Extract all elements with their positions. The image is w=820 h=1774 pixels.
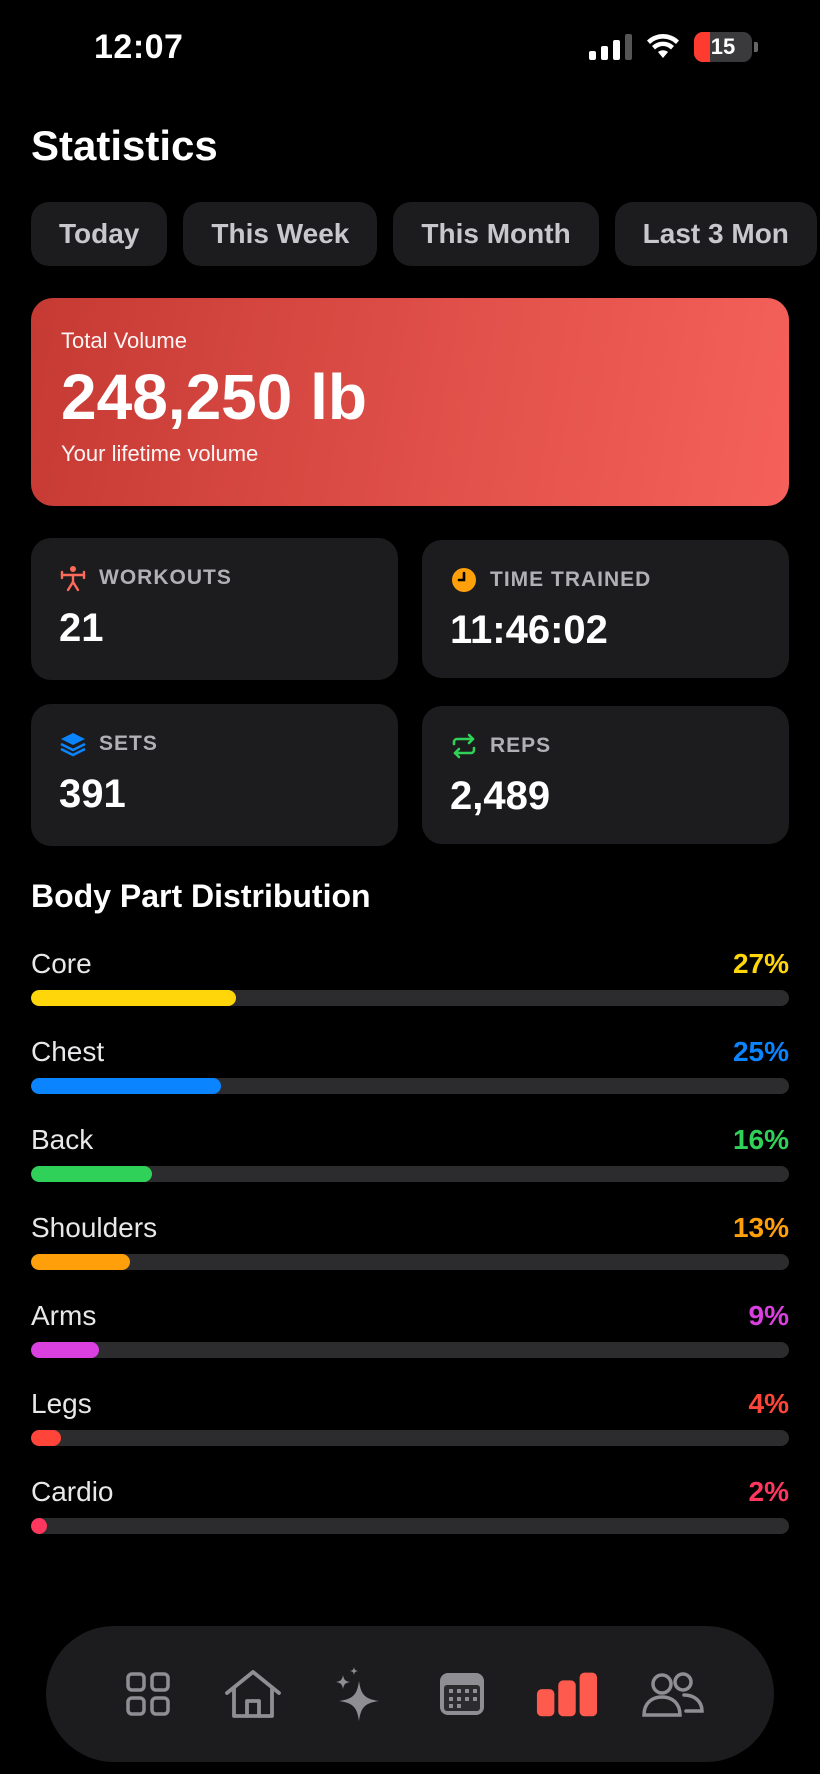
reps-label: REPS [490, 734, 552, 757]
distribution-label: Core [31, 948, 92, 979]
time-trained-card: TIME TRAINED 11:46:02 [422, 540, 789, 678]
distribution-row-core: Core 27% [31, 948, 789, 1006]
sparkles-icon[interactable] [326, 1662, 390, 1726]
distribution-track [31, 1166, 789, 1182]
sets-label: SETS [99, 732, 158, 755]
dumbbell-icon [59, 564, 87, 592]
calendar-icon[interactable] [430, 1662, 494, 1726]
people-icon[interactable] [640, 1662, 704, 1726]
distribution-label: Legs [31, 1388, 92, 1419]
repeat-icon [450, 732, 478, 760]
grid-icon[interactable] [116, 1662, 180, 1726]
distribution-label: Chest [31, 1036, 105, 1067]
workouts-card: WORKOUTS 21 [31, 538, 398, 680]
distribution-row-chest: Chest 25% [31, 1036, 789, 1094]
distribution-track [31, 1430, 789, 1446]
distribution-bar [31, 990, 236, 1006]
distribution-percent: 13% [732, 1212, 789, 1243]
bottom-tab-bar [46, 1626, 774, 1762]
distribution-bar [31, 1078, 221, 1094]
battery-level: 15 [710, 34, 736, 59]
workouts-label: WORKOUTS [99, 566, 232, 589]
tab-this-week[interactable]: This Week [183, 202, 378, 266]
period-tabs: Today This Week This Month Last 3 Mon [31, 202, 817, 266]
page-title: Statistics [31, 122, 218, 169]
distribution-label: Arms [31, 1300, 97, 1331]
distribution-label: Cardio [31, 1476, 114, 1507]
layers-icon [59, 730, 87, 758]
distribution-row-arms: Arms 9% [31, 1300, 789, 1358]
status-time: 12:07 [94, 28, 184, 66]
distribution-percent: 4% [748, 1388, 789, 1419]
distribution-percent: 2% [748, 1476, 789, 1507]
distribution-label: Shoulders [31, 1212, 158, 1243]
distribution-row-legs: Legs 4% [31, 1388, 789, 1446]
wifi-icon [647, 34, 679, 58]
statistics-screen: 12:07 15 Statistics Today This Week This… [0, 0, 820, 1774]
bar-chart-icon[interactable] [535, 1662, 599, 1726]
sets-value: 391 [59, 772, 126, 816]
distribution-track [31, 1078, 789, 1094]
distribution-track [31, 990, 789, 1006]
battery-icon: 15 [694, 32, 752, 62]
distribution-track [31, 1342, 789, 1358]
distribution-bar [31, 1254, 130, 1270]
distribution-track [31, 1518, 789, 1534]
tab-this-month[interactable]: This Month [393, 202, 599, 266]
reps-value: 2,489 [450, 774, 551, 818]
distribution-percent: 16% [732, 1124, 789, 1155]
distribution-percent: 27% [732, 948, 789, 979]
distribution-percent: 25% [732, 1036, 789, 1067]
workouts-value: 21 [59, 606, 104, 650]
distribution-row-cardio: Cardio 2% [31, 1476, 789, 1534]
total-volume-value: 248,250 lb [61, 361, 367, 433]
distribution-bar [31, 1342, 100, 1358]
total-volume-card: Total Volume 248,250 lb Your lifetime vo… [31, 298, 789, 506]
distribution-bar [31, 1518, 47, 1534]
clock-icon [450, 566, 478, 594]
distribution-row-shoulders: Shoulders 13% [31, 1212, 789, 1270]
distribution-track [31, 1254, 789, 1270]
distribution-percent: 9% [748, 1300, 789, 1331]
total-volume-label: Total Volume [61, 328, 187, 353]
cellular-signal-icon [589, 34, 632, 60]
distribution-title: Body Part Distribution [31, 878, 371, 914]
home-icon[interactable] [221, 1662, 285, 1726]
sets-card: SETS 391 [31, 704, 398, 846]
time-trained-value: 11:46:02 [450, 608, 608, 652]
total-volume-subtitle: Your lifetime volume [61, 441, 259, 467]
distribution-row-back: Back 16% [31, 1124, 789, 1182]
reps-card: REPS 2,489 [422, 706, 789, 844]
tab-last-3-months[interactable]: Last 3 Mon [614, 202, 817, 266]
tab-today[interactable]: Today [31, 202, 168, 266]
time-trained-label: TIME TRAINED [490, 568, 652, 591]
distribution-label: Back [31, 1124, 94, 1155]
distribution-bar [31, 1166, 153, 1182]
distribution-bar [31, 1430, 62, 1446]
status-indicators: 15 [589, 32, 758, 62]
